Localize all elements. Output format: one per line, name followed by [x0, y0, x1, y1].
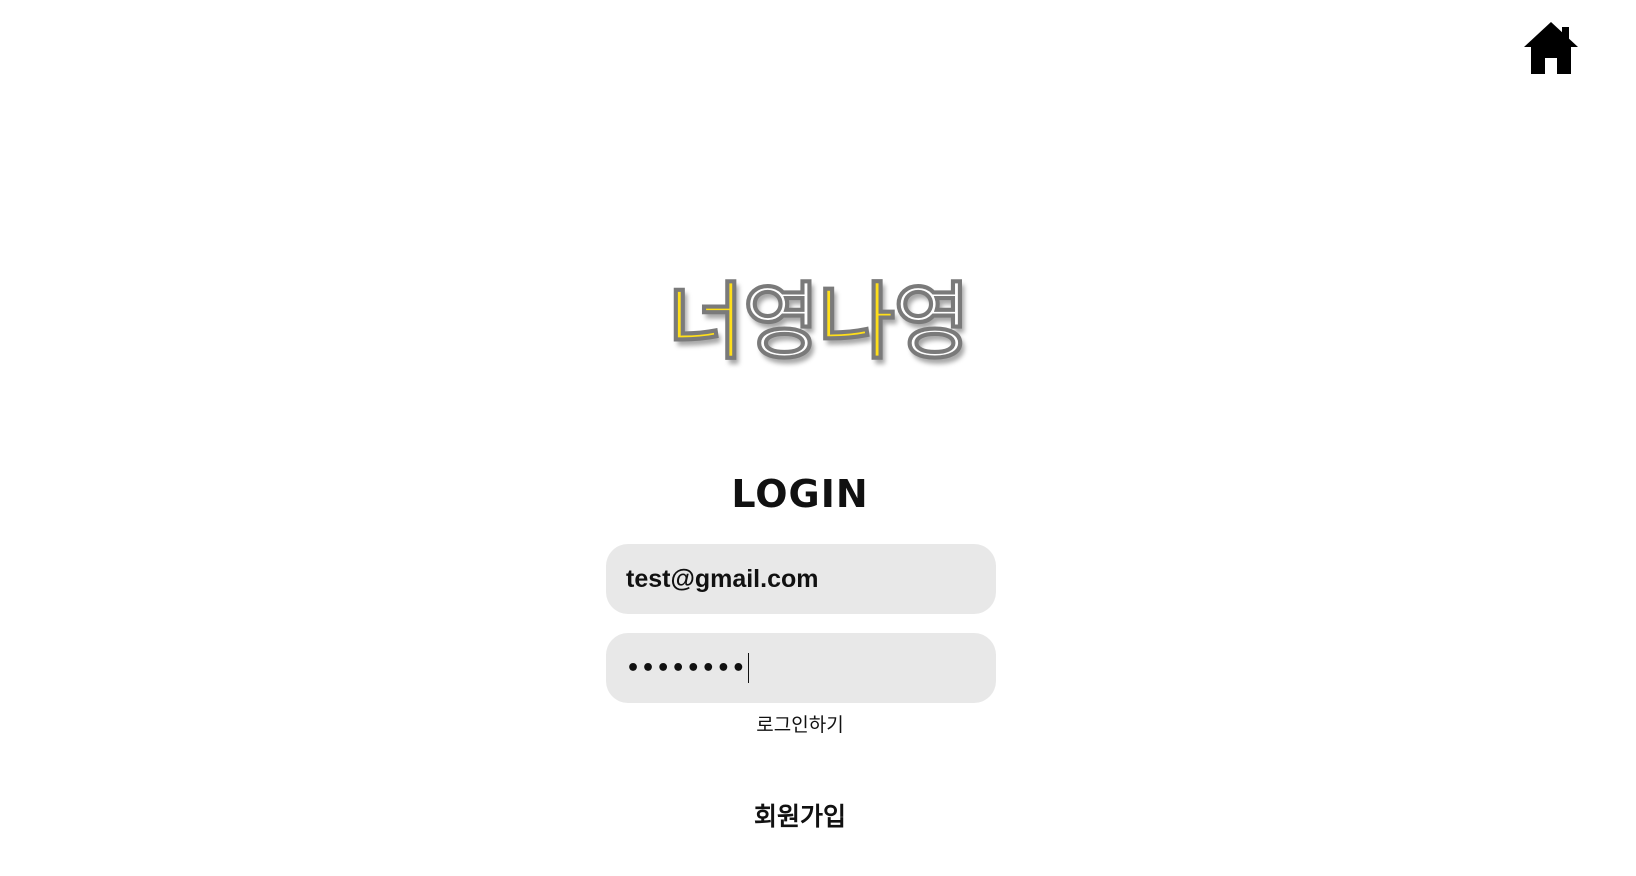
password-field[interactable]: ••••••••	[606, 633, 996, 703]
email-field[interactable]: test@gmail.com	[606, 544, 996, 614]
text-cursor	[747, 653, 749, 683]
email-value: test@gmail.com	[626, 564, 819, 593]
login-page: 너영나영 LOGIN test@gmail.com •••••••• 로그인하기…	[0, 0, 1636, 876]
logo-char-2: 영	[742, 272, 821, 372]
app-logo: 너영나영	[0, 272, 1636, 372]
logo-char-3: 나	[817, 272, 896, 372]
home-button[interactable]	[1522, 20, 1580, 76]
home-icon	[1522, 20, 1580, 76]
logo-char-1: 너	[667, 272, 746, 372]
logo-char-4: 영	[893, 272, 972, 372]
password-value: ••••••••	[626, 655, 747, 681]
login-button[interactable]: 로그인하기	[0, 712, 1600, 738]
login-title: LOGIN	[731, 472, 869, 516]
signup-link[interactable]: 회원가입	[0, 800, 1600, 834]
